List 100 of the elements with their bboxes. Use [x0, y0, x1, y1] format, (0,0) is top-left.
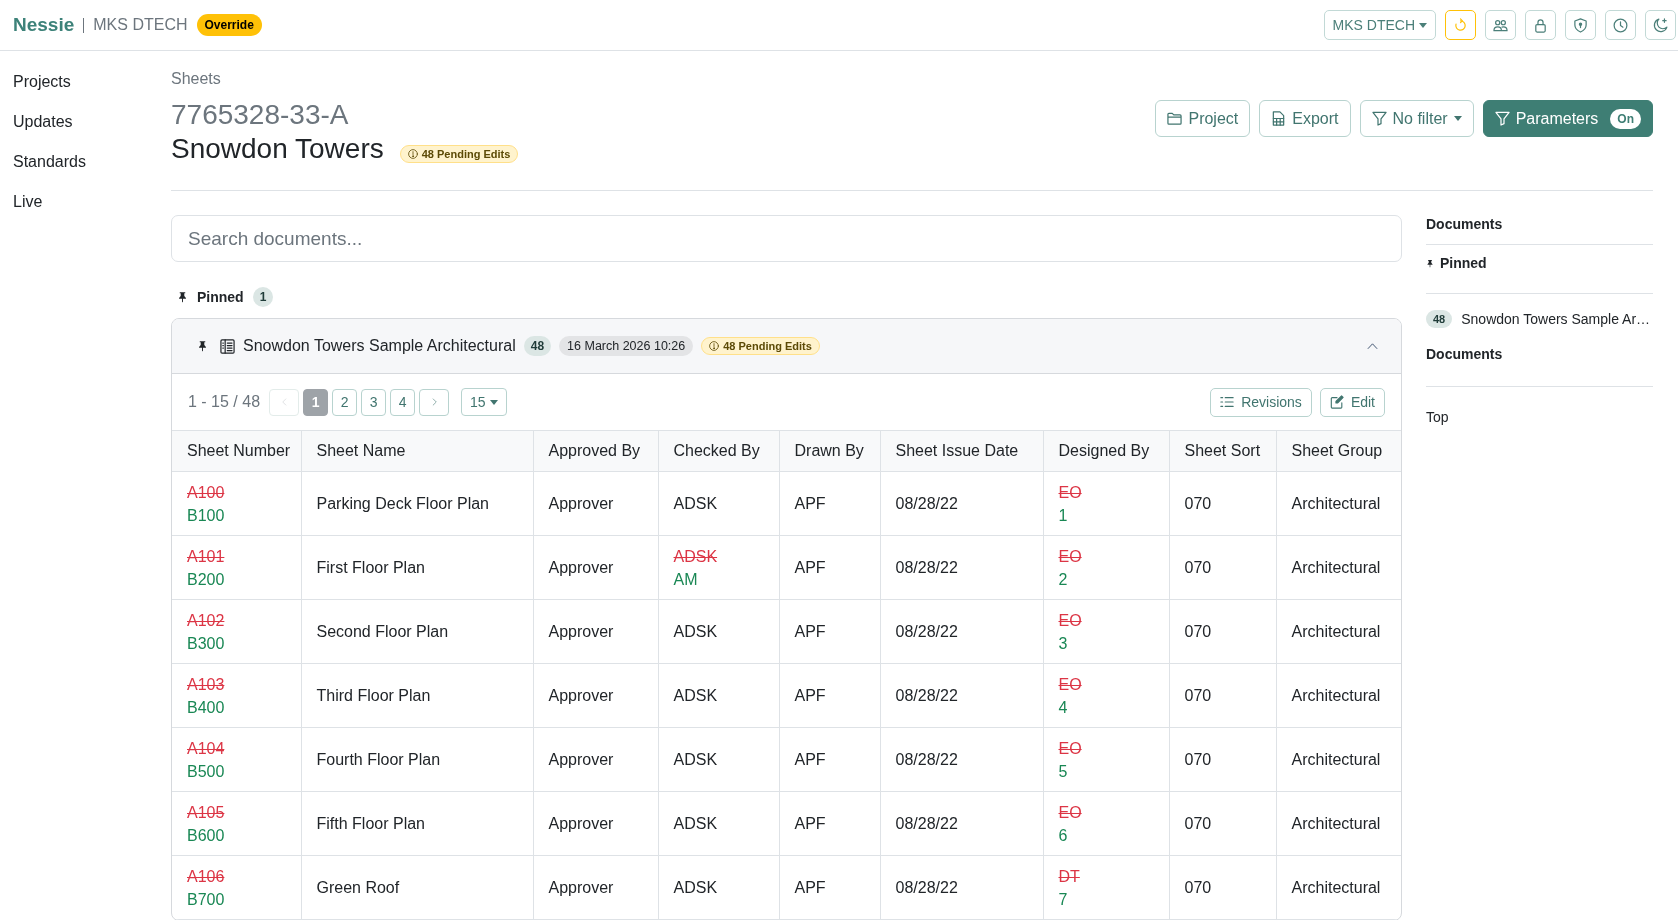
column-header: Sheet Number — [172, 430, 301, 472]
sheet-count: 48 — [523, 336, 552, 356]
pinned-count: 1 — [252, 287, 274, 307]
previous-value: EO — [1058, 546, 1082, 567]
project-button[interactable]: Project — [1155, 100, 1251, 137]
previous-value: A102 — [187, 610, 225, 631]
page-button[interactable]: 2 — [332, 388, 358, 416]
previous-value: EO — [1058, 674, 1082, 695]
table-cell: APF — [779, 855, 880, 920]
table-cell: First Floor Plan — [301, 535, 533, 600]
column-header: Sheet Sort — [1169, 430, 1276, 472]
edit-icon — [1329, 395, 1344, 409]
modified-date: 16 March 2026 10:26 — [559, 336, 694, 356]
history-button[interactable] — [1605, 10, 1636, 40]
table-cell: Approver — [533, 727, 658, 792]
table-cell: 08/28/22 — [880, 727, 1043, 792]
nav-link[interactable]: Updates — [13, 112, 73, 132]
parameters-button[interactable]: Parameters On — [1482, 100, 1653, 137]
lock-button[interactable] — [1525, 10, 1556, 40]
exclamation-circle-icon — [709, 341, 720, 351]
page-button[interactable]: 3 — [361, 388, 387, 416]
clock-icon — [1613, 17, 1628, 33]
table-cell: Green Roof — [301, 855, 533, 920]
table-cell: Architectural — [1276, 535, 1401, 600]
revisions-button[interactable]: Revisions — [1210, 387, 1312, 417]
table-cell: Architectural — [1276, 855, 1401, 920]
section-title: Pinned — [197, 289, 244, 305]
theme-button[interactable] — [1645, 10, 1676, 40]
table-cell: Approver — [533, 663, 658, 728]
table-cell: ADSK — [658, 599, 779, 664]
refresh-icon — [1453, 17, 1468, 33]
organization-name: MKS DTECH — [93, 16, 188, 34]
page-button[interactable]: 4 — [390, 388, 416, 416]
nav-link[interactable]: Projects — [13, 72, 71, 92]
shield-button[interactable] — [1565, 10, 1596, 40]
page-range: 1 - 15 / 48 — [188, 393, 261, 411]
new-value: 7 — [1058, 889, 1068, 910]
chevron-up-icon[interactable] — [1364, 341, 1381, 351]
new-value: AM — [673, 569, 698, 590]
app-name: Nessie — [13, 14, 75, 36]
table-cell: Fourth Floor Plan — [301, 727, 533, 792]
shield-icon — [1573, 17, 1588, 33]
column-header: Approved By — [533, 430, 658, 472]
table-cell: APF — [779, 535, 880, 600]
previous-value: A105 — [187, 802, 225, 823]
edit-button[interactable]: Edit — [1319, 387, 1385, 417]
caret-icon — [489, 399, 498, 405]
table-cell: ADSK — [658, 663, 779, 728]
table-cell: Architectural — [1276, 599, 1401, 664]
table-cell: 08/28/22 — [880, 791, 1043, 856]
table-cell: ADSK — [658, 727, 779, 792]
column-header: Designed By — [1043, 430, 1169, 472]
nav-link[interactable]: Live — [13, 192, 43, 212]
table-cell: APF — [779, 663, 880, 728]
pending-edits-text: 48 Pending Edits — [421, 148, 511, 160]
refresh-button[interactable] — [1445, 10, 1476, 40]
new-value: B200 — [187, 569, 225, 590]
pending-edits-text: 48 Pending Edits — [723, 340, 812, 352]
folder-icon — [1167, 111, 1183, 126]
export-button[interactable]: Export — [1259, 100, 1351, 137]
outline-document-link[interactable]: 48 Snowdon Towers Sample Ar… — [1426, 310, 1651, 328]
list-icon — [1220, 395, 1235, 409]
breadcrumb: Sheets — [171, 69, 221, 88]
page-size-dropdown[interactable]: 15 — [461, 388, 507, 416]
table-cell: 08/28/22 — [880, 663, 1043, 728]
previous-value: A100 — [187, 482, 225, 503]
moon-icon — [1653, 17, 1668, 33]
table-cell: Approver — [533, 599, 658, 664]
new-value: 6 — [1058, 825, 1068, 846]
filter-button[interactable]: No filter — [1359, 100, 1474, 137]
outline-heading: Documents — [1426, 216, 1653, 245]
project-title: Snowdon Towers — [171, 132, 384, 166]
project-number: 7765328-33-A — [171, 98, 349, 132]
table-cell: Architectural — [1276, 663, 1401, 728]
table-cell: ADSK — [658, 855, 779, 920]
pin-icon — [177, 290, 188, 304]
table-cell: Approver — [533, 535, 658, 600]
new-value: 2 — [1058, 569, 1068, 590]
organization-dropdown[interactable]: MKS DTECH — [1323, 10, 1436, 40]
table-cell: 08/28/22 — [880, 855, 1043, 920]
document-icon — [220, 338, 235, 354]
table-cell: Architectural — [1276, 471, 1401, 536]
nav-link[interactable]: Standards — [13, 152, 86, 172]
table-cell: Approver — [533, 855, 658, 920]
users-button[interactable] — [1485, 10, 1516, 40]
previous-value: DT — [1058, 866, 1080, 887]
table-cell: 070 — [1169, 855, 1276, 920]
table-cell: APF — [779, 599, 880, 664]
new-value: 5 — [1058, 761, 1068, 782]
column-header: Sheet Group — [1276, 430, 1401, 472]
new-value: 3 — [1058, 633, 1068, 654]
people-icon — [1493, 17, 1508, 33]
column-header: Sheet Name — [301, 430, 533, 472]
back-to-top-link[interactable]: Top — [1426, 409, 1449, 425]
table-cell: APF — [779, 727, 880, 792]
previous-value: A106 — [187, 866, 225, 887]
table-cell: APF — [779, 471, 880, 536]
search-field[interactable]: Search documents... — [171, 215, 1402, 262]
previous-value: EO — [1058, 482, 1082, 503]
document-header[interactable]: Snowdon Towers Sample Architectural 48 16 March 2026 10:26 48 Pending Edits — [172, 319, 1401, 374]
